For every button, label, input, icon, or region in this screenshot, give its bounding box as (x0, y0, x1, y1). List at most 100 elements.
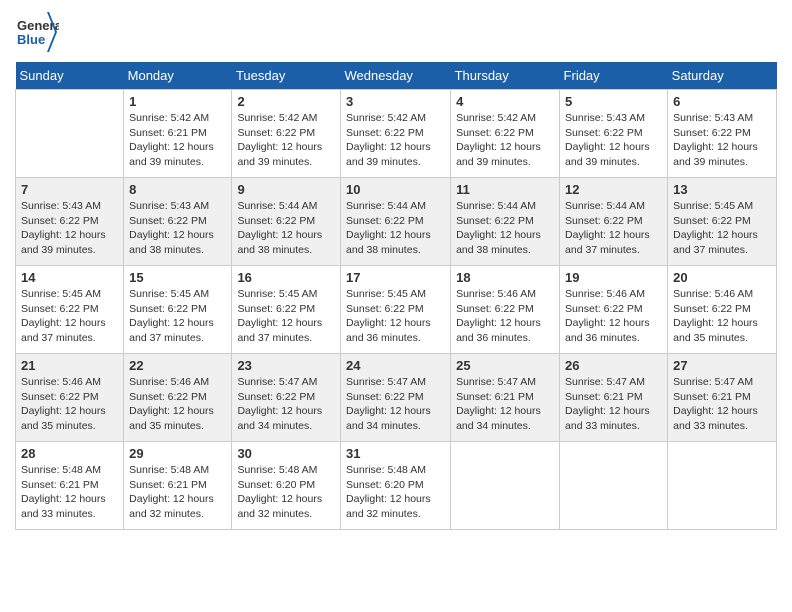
calendar-cell: 18 Sunrise: 5:46 AMSunset: 6:22 PMDayligh… (451, 266, 560, 354)
day-info: Sunrise: 5:46 AMSunset: 6:22 PMDaylight:… (456, 287, 554, 346)
day-info: Sunrise: 5:46 AMSunset: 6:22 PMDaylight:… (673, 287, 771, 346)
day-number: 31 (346, 446, 445, 461)
calendar-cell: 3 Sunrise: 5:42 AMSunset: 6:22 PMDaylight… (341, 90, 451, 178)
day-number: 14 (21, 270, 118, 285)
calendar-cell: 22 Sunrise: 5:46 AMSunset: 6:22 PMDayligh… (124, 354, 232, 442)
day-info: Sunrise: 5:47 AMSunset: 6:22 PMDaylight:… (237, 375, 335, 434)
day-number: 5 (565, 94, 662, 109)
calendar-cell: 13 Sunrise: 5:45 AMSunset: 6:22 PMDayligh… (668, 178, 777, 266)
calendar-cell: 23 Sunrise: 5:47 AMSunset: 6:22 PMDayligh… (232, 354, 341, 442)
day-number: 15 (129, 270, 226, 285)
calendar-cell (560, 442, 668, 530)
calendar-body: 1 Sunrise: 5:42 AMSunset: 6:21 PMDaylight… (16, 90, 777, 530)
day-number: 12 (565, 182, 662, 197)
day-info: Sunrise: 5:48 AMSunset: 6:21 PMDaylight:… (129, 463, 226, 522)
day-number: 29 (129, 446, 226, 461)
svg-text:Blue: Blue (17, 32, 45, 47)
day-number: 10 (346, 182, 445, 197)
calendar-cell: 16 Sunrise: 5:45 AMSunset: 6:22 PMDayligh… (232, 266, 341, 354)
day-info: Sunrise: 5:44 AMSunset: 6:22 PMDaylight:… (346, 199, 445, 258)
calendar-cell: 5 Sunrise: 5:43 AMSunset: 6:22 PMDaylight… (560, 90, 668, 178)
day-info: Sunrise: 5:43 AMSunset: 6:22 PMDaylight:… (21, 199, 118, 258)
day-info: Sunrise: 5:46 AMSunset: 6:22 PMDaylight:… (565, 287, 662, 346)
day-number: 4 (456, 94, 554, 109)
calendar-header-day: Friday (560, 62, 668, 90)
day-info: Sunrise: 5:45 AMSunset: 6:22 PMDaylight:… (129, 287, 226, 346)
calendar-header-day: Sunday (16, 62, 124, 90)
day-number: 13 (673, 182, 771, 197)
calendar-header-day: Wednesday (341, 62, 451, 90)
calendar-cell: 20 Sunrise: 5:46 AMSunset: 6:22 PMDayligh… (668, 266, 777, 354)
calendar-cell: 28 Sunrise: 5:48 AMSunset: 6:21 PMDayligh… (16, 442, 124, 530)
day-info: Sunrise: 5:45 AMSunset: 6:22 PMDaylight:… (237, 287, 335, 346)
day-number: 16 (237, 270, 335, 285)
day-number: 23 (237, 358, 335, 373)
day-info: Sunrise: 5:42 AMSunset: 6:22 PMDaylight:… (456, 111, 554, 170)
day-info: Sunrise: 5:44 AMSunset: 6:22 PMDaylight:… (456, 199, 554, 258)
day-info: Sunrise: 5:47 AMSunset: 6:21 PMDaylight:… (673, 375, 771, 434)
day-number: 19 (565, 270, 662, 285)
day-info: Sunrise: 5:44 AMSunset: 6:22 PMDaylight:… (565, 199, 662, 258)
day-info: Sunrise: 5:42 AMSunset: 6:22 PMDaylight:… (346, 111, 445, 170)
day-info: Sunrise: 5:46 AMSunset: 6:22 PMDaylight:… (129, 375, 226, 434)
day-number: 2 (237, 94, 335, 109)
day-number: 26 (565, 358, 662, 373)
day-info: Sunrise: 5:43 AMSunset: 6:22 PMDaylight:… (565, 111, 662, 170)
day-info: Sunrise: 5:44 AMSunset: 6:22 PMDaylight:… (237, 199, 335, 258)
day-info: Sunrise: 5:43 AMSunset: 6:22 PMDaylight:… (673, 111, 771, 170)
calendar-cell (16, 90, 124, 178)
calendar-week-row: 7Sunrise: 5:43 AMSunset: 6:22 PMDaylight… (16, 178, 777, 266)
calendar-cell: 1 Sunrise: 5:42 AMSunset: 6:21 PMDaylight… (124, 90, 232, 178)
day-info: Sunrise: 5:47 AMSunset: 6:21 PMDaylight:… (565, 375, 662, 434)
day-number: 11 (456, 182, 554, 197)
day-info: Sunrise: 5:48 AMSunset: 6:20 PMDaylight:… (346, 463, 445, 522)
calendar-header-day: Tuesday (232, 62, 341, 90)
day-number: 6 (673, 94, 771, 109)
calendar-week-row: 1 Sunrise: 5:42 AMSunset: 6:21 PMDaylight… (16, 90, 777, 178)
day-info: Sunrise: 5:48 AMSunset: 6:21 PMDaylight:… (21, 463, 118, 522)
calendar-cell: 8 Sunrise: 5:43 AMSunset: 6:22 PMDaylight… (124, 178, 232, 266)
calendar-cell: 2 Sunrise: 5:42 AMSunset: 6:22 PMDaylight… (232, 90, 341, 178)
day-info: Sunrise: 5:48 AMSunset: 6:20 PMDaylight:… (237, 463, 335, 522)
calendar-cell: 21 Sunrise: 5:46 AMSunset: 6:22 PMDayligh… (16, 354, 124, 442)
calendar-cell: 31 Sunrise: 5:48 AMSunset: 6:20 PMDayligh… (341, 442, 451, 530)
calendar-week-row: 21 Sunrise: 5:46 AMSunset: 6:22 PMDayligh… (16, 354, 777, 442)
day-number: 3 (346, 94, 445, 109)
calendar-cell: 11 Sunrise: 5:44 AMSunset: 6:22 PMDayligh… (451, 178, 560, 266)
day-info: Sunrise: 5:46 AMSunset: 6:22 PMDaylight:… (21, 375, 118, 434)
calendar-cell: 26 Sunrise: 5:47 AMSunset: 6:21 PMDayligh… (560, 354, 668, 442)
calendar-cell: 30 Sunrise: 5:48 AMSunset: 6:20 PMDayligh… (232, 442, 341, 530)
day-number: 9 (237, 182, 335, 197)
day-number: 21 (21, 358, 118, 373)
day-info: Sunrise: 5:42 AMSunset: 6:22 PMDaylight:… (237, 111, 335, 170)
calendar-cell: 9 Sunrise: 5:44 AMSunset: 6:22 PMDaylight… (232, 178, 341, 266)
day-number: 24 (346, 358, 445, 373)
day-number: 17 (346, 270, 445, 285)
calendar-week-row: 28 Sunrise: 5:48 AMSunset: 6:21 PMDayligh… (16, 442, 777, 530)
day-number: 27 (673, 358, 771, 373)
calendar-header-day: Saturday (668, 62, 777, 90)
calendar-cell: 25Sunrise: 5:47 AMSunset: 6:21 PMDayligh… (451, 354, 560, 442)
calendar-cell: 14 Sunrise: 5:45 AMSunset: 6:22 PMDayligh… (16, 266, 124, 354)
day-number: 8 (129, 182, 226, 197)
calendar-cell: 15 Sunrise: 5:45 AMSunset: 6:22 PMDayligh… (124, 266, 232, 354)
day-number: 28 (21, 446, 118, 461)
day-number: 30 (237, 446, 335, 461)
day-number: 18 (456, 270, 554, 285)
day-info: Sunrise: 5:43 AMSunset: 6:22 PMDaylight:… (129, 199, 226, 258)
calendar-cell: 17Sunrise: 5:45 AMSunset: 6:22 PMDayligh… (341, 266, 451, 354)
calendar-header-row: SundayMondayTuesdayWednesdayThursdayFrid… (16, 62, 777, 90)
day-info: Sunrise: 5:45 AMSunset: 6:22 PMDaylight:… (21, 287, 118, 346)
day-number: 20 (673, 270, 771, 285)
day-info: Sunrise: 5:47 AMSunset: 6:21 PMDaylight:… (456, 375, 554, 434)
calendar-cell: 6 Sunrise: 5:43 AMSunset: 6:22 PMDaylight… (668, 90, 777, 178)
calendar-cell: 27 Sunrise: 5:47 AMSunset: 6:21 PMDayligh… (668, 354, 777, 442)
day-info: Sunrise: 5:42 AMSunset: 6:21 PMDaylight:… (129, 111, 226, 170)
calendar-cell (668, 442, 777, 530)
day-info: Sunrise: 5:45 AMSunset: 6:22 PMDaylight:… (673, 199, 771, 258)
day-number: 22 (129, 358, 226, 373)
calendar-cell: 19 Sunrise: 5:46 AMSunset: 6:22 PMDayligh… (560, 266, 668, 354)
day-number: 1 (129, 94, 226, 109)
calendar-cell (451, 442, 560, 530)
page-container: General Blue SundayMondayTuesdayWednesda… (15, 10, 777, 530)
